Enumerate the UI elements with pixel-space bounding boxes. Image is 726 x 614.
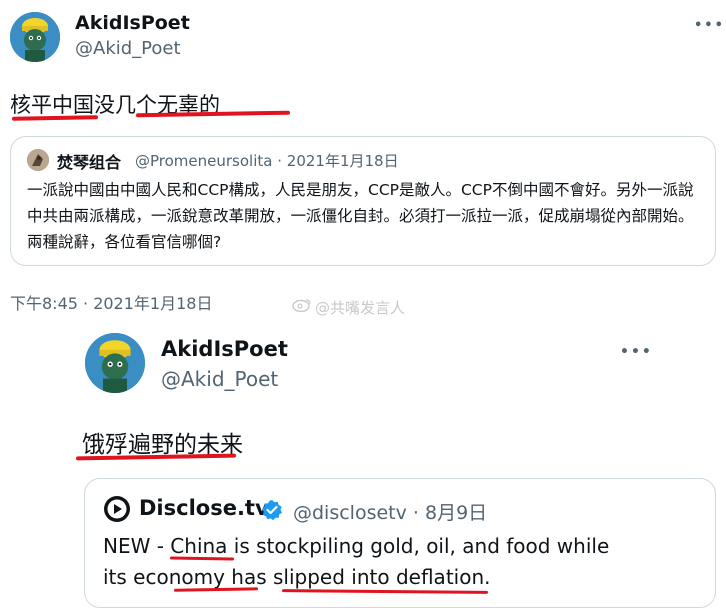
quoted-tweet-text-line-2: its economy has slipped into deflation. bbox=[103, 565, 491, 589]
more-options-button[interactable]: ••• bbox=[694, 18, 725, 33]
verified-badge-icon bbox=[262, 500, 282, 521]
author-handle[interactable]: @Akid_Poet bbox=[161, 367, 278, 391]
quoted-tweet-text-line-1: NEW - China is stockpiling gold, oil, an… bbox=[103, 534, 610, 558]
author-display-name[interactable]: AkidIsPoet bbox=[161, 337, 288, 361]
annotation-underline bbox=[11, 115, 99, 121]
quoted-tweet-text: 一派說中國由中國人民和CCP構成，人民是朋友，CCP是敵人。CCP不倒中國不會好… bbox=[27, 181, 694, 251]
author-avatar[interactable] bbox=[10, 12, 60, 62]
author-display-name[interactable]: AkidIsPoet bbox=[75, 12, 190, 34]
quoted-tweet-date[interactable]: · 8月9日 bbox=[413, 502, 487, 524]
quoted-author-handle[interactable]: @Promeneursolita bbox=[135, 152, 272, 170]
weibo-watermark-icon bbox=[292, 299, 311, 312]
quoted-author-handle[interactable]: @disclosetv bbox=[293, 502, 407, 524]
quoted-tweet-date[interactable]: · 2021年1月18日 bbox=[277, 152, 398, 170]
avatar-image bbox=[85, 333, 145, 393]
watermark-text: @共嘴发言人 bbox=[315, 299, 406, 317]
quoted-author-display-name[interactable]: 焚琴组合 bbox=[57, 149, 121, 173]
more-options-button[interactable]: ••• bbox=[620, 344, 653, 360]
avatar-image bbox=[27, 149, 49, 171]
tweet-timestamp[interactable]: 下午8:45 · 2021年1月18日 bbox=[10, 290, 212, 314]
quoted-author-display-name[interactable]: Disclose.tv bbox=[139, 496, 269, 520]
author-avatar[interactable] bbox=[85, 333, 145, 393]
avatar-image bbox=[10, 12, 60, 62]
author-handle[interactable]: @Akid_Poet bbox=[75, 38, 181, 59]
quoted-tweet-card[interactable]: 焚琴组合 @Promeneursolita · 2021年1月18日 一派說中國… bbox=[10, 136, 716, 266]
quoted-author-avatar[interactable] bbox=[27, 149, 49, 171]
disclose-tv-logo-icon[interactable] bbox=[103, 495, 131, 523]
